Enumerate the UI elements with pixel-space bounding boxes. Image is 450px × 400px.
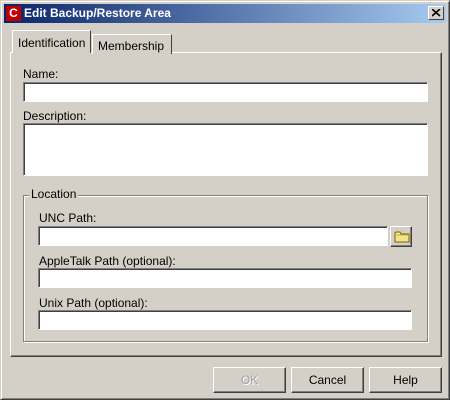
help-button[interactable]: Help xyxy=(369,367,442,393)
unc-path-input[interactable] xyxy=(39,227,387,245)
tab-identification[interactable]: Identification xyxy=(12,30,91,53)
unix-path-label: Unix Path (optional): xyxy=(39,296,148,310)
tab-membership[interactable]: Membership xyxy=(92,34,172,54)
name-field-frame xyxy=(23,82,428,102)
appletalk-path-input[interactable] xyxy=(39,269,411,287)
description-label: Description: xyxy=(23,109,87,123)
name-label: Name: xyxy=(23,67,59,81)
unix-path-field-frame xyxy=(38,310,412,330)
cancel-button[interactable]: Cancel xyxy=(291,367,364,393)
unc-path-label: UNC Path: xyxy=(39,211,97,225)
folder-icon xyxy=(394,231,410,243)
description-field-frame xyxy=(23,123,428,176)
description-input[interactable] xyxy=(24,124,427,175)
appletalk-path-field-frame xyxy=(38,268,412,288)
close-icon xyxy=(432,9,441,17)
unc-path-field-frame xyxy=(38,226,388,246)
browse-folder-button[interactable] xyxy=(390,226,412,247)
window-title: Edit Backup/Restore Area xyxy=(24,6,171,20)
appletalk-path-label: AppleTalk Path (optional): xyxy=(39,254,176,268)
close-button[interactable] xyxy=(428,6,444,20)
location-group-label: Location xyxy=(29,187,79,201)
name-input[interactable] xyxy=(24,83,427,101)
unix-path-input[interactable] xyxy=(39,311,411,329)
ok-button[interactable]: OK xyxy=(213,367,286,393)
app-logo-icon: C xyxy=(6,6,21,21)
dialog-window: C Edit Backup/Restore Area Identificatio… xyxy=(0,0,450,400)
title-bar[interactable]: C Edit Backup/Restore Area xyxy=(4,4,446,23)
